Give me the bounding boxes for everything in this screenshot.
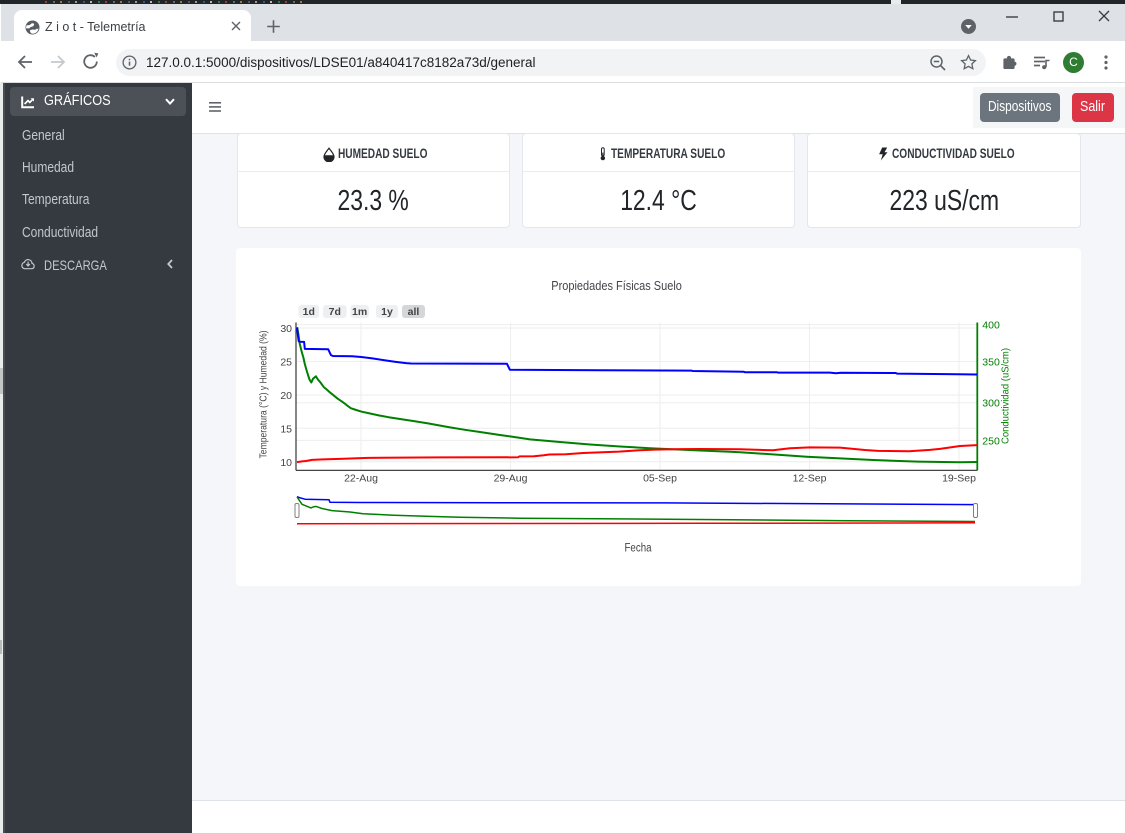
svg-text:1m: 1m [352, 306, 367, 318]
svg-text:25: 25 [280, 357, 292, 369]
svg-text:19-Sep: 19-Sep [942, 473, 976, 485]
svg-text:Temperatura (°C) y Humedad (%): Temperatura (°C) y Humedad (%) [258, 331, 270, 459]
svg-text:250: 250 [982, 435, 1000, 447]
svg-text:350: 350 [982, 357, 1000, 369]
svg-text:Conductividad (uS/cm): Conductividad (uS/cm) [1000, 348, 1012, 444]
svg-text:30: 30 [280, 323, 292, 335]
svg-text:1d: 1d [303, 306, 315, 318]
svg-text:12-Sep: 12-Sep [793, 473, 827, 485]
svg-text:15: 15 [280, 423, 292, 435]
svg-text:20: 20 [280, 390, 292, 402]
svg-text:all: all [408, 306, 420, 318]
svg-text:10: 10 [280, 457, 292, 469]
svg-text:22-Aug: 22-Aug [344, 473, 378, 485]
svg-text:05-Sep: 05-Sep [643, 473, 677, 485]
svg-text:Fecha: Fecha [625, 543, 653, 555]
svg-text:300: 300 [982, 398, 1000, 410]
svg-text:400: 400 [982, 320, 1000, 332]
svg-text:7d: 7d [329, 306, 341, 318]
svg-text:Propiedades Físicas Suelo: Propiedades Físicas Suelo [551, 279, 682, 293]
svg-text:29-Aug: 29-Aug [494, 473, 528, 485]
svg-text:1y: 1y [381, 306, 393, 318]
